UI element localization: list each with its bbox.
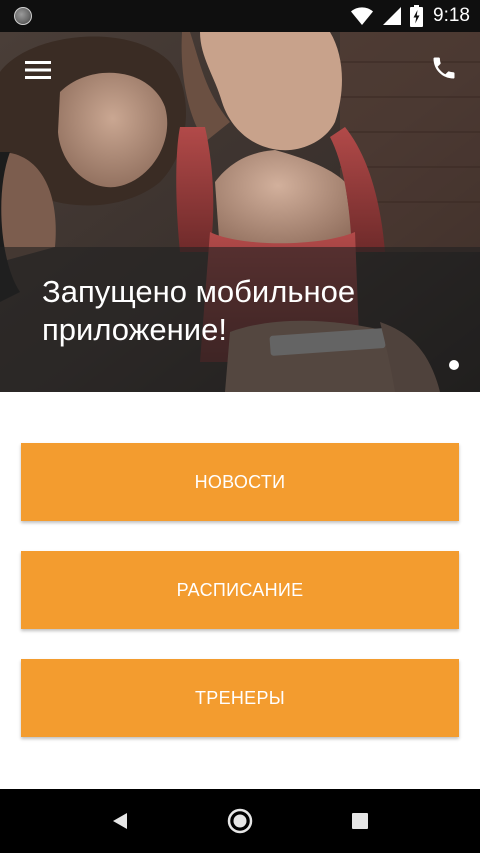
hamburger-menu-icon	[25, 61, 51, 79]
battery-charging-icon	[410, 5, 424, 27]
home-icon	[227, 808, 253, 834]
status-icons: 9:18	[350, 0, 470, 32]
system-nav-bar	[0, 789, 480, 853]
back-button[interactable]	[90, 789, 150, 853]
trainers-button-label: ТРЕНЕРЫ	[194, 687, 286, 708]
app-screen: 9:18 Запущено мобильное приложение! НОВО…	[0, 0, 480, 853]
wifi-icon	[351, 7, 374, 25]
status-time: 9:18	[433, 5, 470, 26]
hero-banner[interactable]: Запущено мобильное приложение!	[0, 32, 480, 392]
call-button[interactable]	[424, 48, 464, 88]
home-button[interactable]	[210, 789, 270, 853]
signal-icon	[383, 7, 402, 25]
news-button[interactable]: НОВОСТИ	[21, 443, 459, 521]
main-menu: НОВОСТИ РАСПИСАНИЕ ТРЕНЕРЫ	[21, 443, 459, 767]
hero-title: Запущено мобильное приложение!	[42, 274, 356, 347]
recents-button[interactable]	[330, 789, 390, 853]
notification-dot-icon	[14, 7, 32, 25]
schedule-button[interactable]: РАСПИСАНИЕ	[21, 551, 459, 629]
trainers-button[interactable]: ТРЕНЕРЫ	[21, 659, 459, 737]
recents-icon	[352, 813, 368, 829]
news-button-label: НОВОСТИ	[194, 471, 286, 492]
back-icon	[113, 813, 127, 829]
menu-button[interactable]	[18, 50, 58, 90]
slide-indicator-dot[interactable]	[449, 360, 459, 370]
phone-icon	[433, 57, 455, 79]
status-bar: 9:18	[0, 0, 480, 32]
schedule-button-label: РАСПИСАНИЕ	[176, 579, 304, 600]
hero-caption: Запущено мобильное приложение!	[0, 247, 480, 392]
hero-toolbar	[0, 32, 480, 104]
